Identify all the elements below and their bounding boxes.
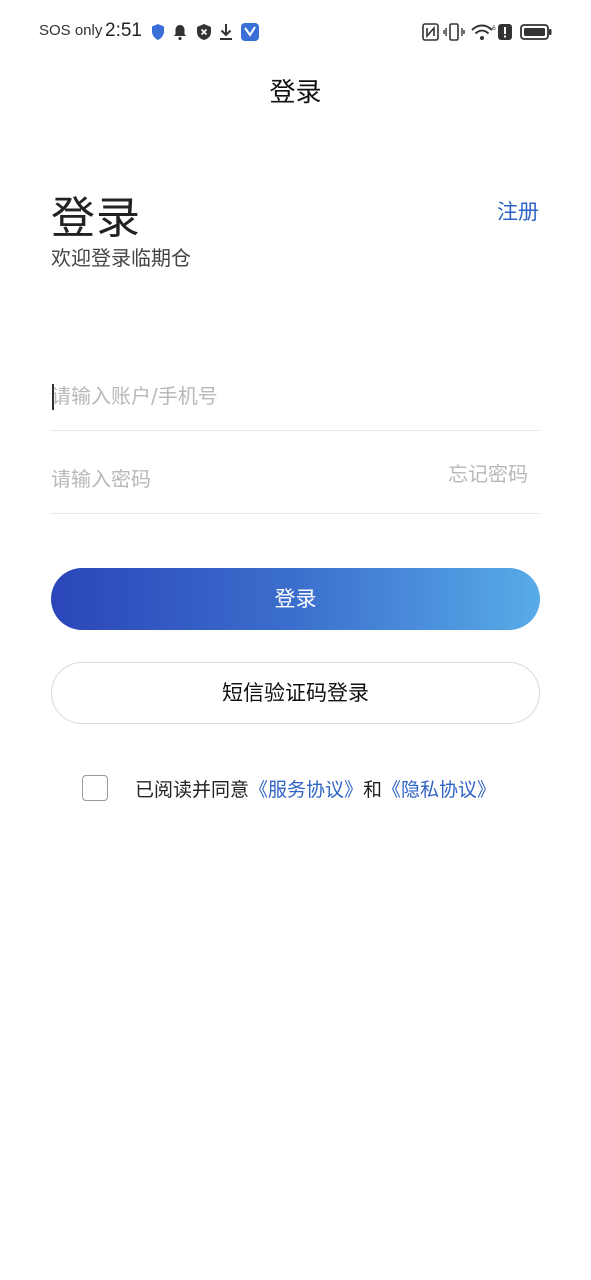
page-title: 登录 [51,193,141,244]
nfc-icon [422,23,440,41]
password-field: 忘记密码 [51,453,540,514]
blocked-icon [195,23,213,41]
app-icon [241,23,259,41]
text-caret [52,384,54,410]
agreement-checkbox[interactable] [82,775,108,801]
clock: 2:51 [105,20,142,41]
carrier-text: SOS only [39,22,103,39]
account-field [51,370,540,431]
register-link[interactable]: 注册 [497,196,539,226]
privacy-agreement-link[interactable]: 《隐私协议》 [382,779,496,801]
agreement-row: 已阅读并同意《服务协议》和《隐私协议》 [82,774,496,802]
account-input[interactable] [51,384,411,408]
vibrate-icon [443,23,465,41]
download-icon [218,23,236,41]
agreement-prefix: 已阅读并同意 [135,778,250,801]
sms-login-button[interactable]: 短信验证码登录 [51,662,540,724]
status-bar: SOS only 2:51 6 [0,0,591,66]
forgot-password-link[interactable]: 忘记密码 [448,458,528,487]
battery-icon [520,23,552,41]
agreement-conjunction: 和 [363,778,383,801]
nav-title: 登录 [269,78,322,108]
password-input[interactable] [51,467,411,491]
agreement-text: 已阅读并同意《服务协议》和《隐私协议》 [135,775,496,802]
svg-text:6: 6 [492,25,496,32]
shield-icon [150,23,168,41]
login-button[interactable]: 登录 [51,568,540,630]
welcome-subtitle: 欢迎登录临期仓 [51,246,191,270]
service-agreement-link[interactable]: 《服务协议》 [249,779,363,801]
bell-icon [172,23,190,41]
wifi-icon: 6 [470,23,496,41]
alert-icon [498,23,516,41]
